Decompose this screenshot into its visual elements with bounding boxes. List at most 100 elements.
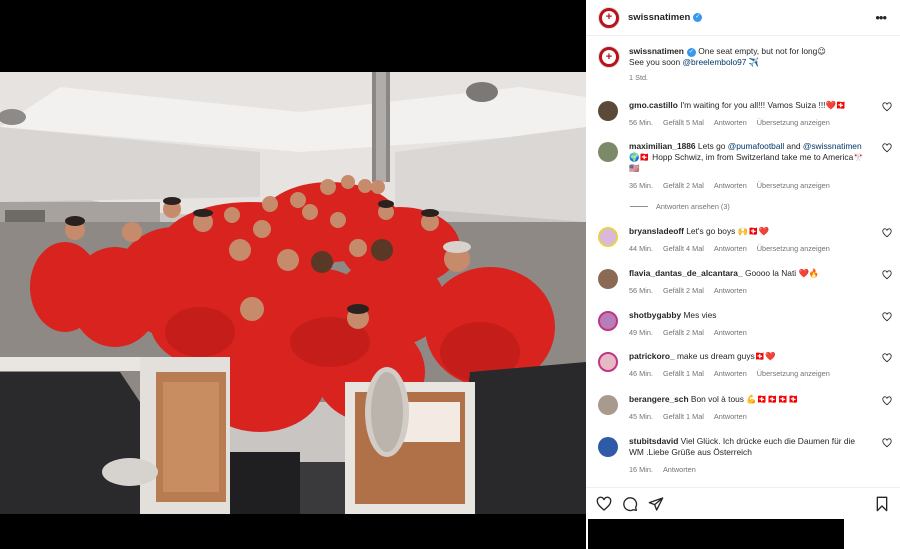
comment-like-heart-icon[interactable]: [882, 102, 892, 112]
reply-button[interactable]: Antworten: [714, 368, 747, 379]
bookmark-icon[interactable]: [874, 496, 890, 512]
comment-time: 49 Min.: [629, 328, 653, 337]
swiss-team-avatar[interactable]: +: [598, 46, 620, 68]
comment-like-heart-icon[interactable]: [882, 143, 892, 153]
comment-likes[interactable]: Gefällt 2 Mal: [663, 180, 704, 191]
comment-time: 56 Min.: [629, 118, 653, 127]
post-header: + swissnatimen ✓ •••: [586, 0, 900, 36]
translate-button[interactable]: Übersetzung anzeigen: [757, 243, 830, 254]
redacted-area: [588, 519, 844, 549]
caption-text: One seat empty, but not for long😉: [698, 46, 827, 56]
team-photo-illustration: [0, 72, 586, 514]
commenter-avatar[interactable]: [598, 227, 618, 247]
comment-username[interactable]: stubitsdavid: [629, 436, 678, 446]
comment-username[interactable]: bryansladeoff: [629, 226, 684, 236]
comment-like-heart-icon[interactable]: [882, 438, 892, 448]
reply-button[interactable]: Antworten: [714, 117, 747, 128]
comment-likes[interactable]: Gefällt 1 Mal: [663, 368, 704, 379]
post-timestamp: 1 Std.: [629, 73, 649, 82]
comment-username[interactable]: shotbygabby: [629, 310, 681, 320]
comment-text: make us dream guys🇨🇭❤️: [676, 351, 776, 361]
mention-link[interactable]: @breelembolo97: [683, 57, 747, 67]
caption-username[interactable]: swissnatimen: [629, 46, 684, 56]
swiss-cross-icon: +: [605, 11, 613, 23]
caption-emoji: ✈️: [746, 57, 760, 67]
translate-button[interactable]: Übersetzung anzeigen: [757, 117, 830, 128]
more-options-icon[interactable]: •••: [873, 8, 888, 27]
comment-item: shotbygabby Mes vies 49 Min. Gefällt 2 M…: [598, 310, 896, 338]
post-action-bar: [586, 487, 900, 519]
verified-badge-icon: ✓: [686, 48, 696, 57]
commenter-avatar[interactable]: [598, 269, 618, 289]
post-author-username[interactable]: swissnatimen: [628, 12, 690, 23]
comment-text: Lets go: [697, 141, 728, 151]
comment-text: I'm waiting for you all!!! Vamos Suiza !…: [680, 100, 847, 110]
comment-item: patrickoro_ make us dream guys🇨🇭❤️ 46 Mi…: [598, 351, 896, 379]
comment-time: 56 Min.: [629, 286, 653, 295]
comment-username[interactable]: patrickoro_: [629, 351, 675, 361]
comment-item: flavia_dantas_de_alcantara_ Goooo la Nat…: [598, 268, 896, 296]
comment-likes[interactable]: Gefällt 1 Mal: [663, 411, 704, 422]
comment-username[interactable]: berangere_sch: [629, 394, 689, 404]
commenter-avatar[interactable]: [598, 395, 618, 415]
heart-icon[interactable]: [596, 496, 612, 512]
reply-button[interactable]: Antworten: [714, 243, 747, 254]
comment-likes[interactable]: Gefällt 2 Mal: [663, 327, 704, 338]
commenter-avatar[interactable]: [598, 352, 618, 372]
comment-time: 36 Min.: [629, 181, 653, 190]
share-icon[interactable]: [648, 496, 664, 512]
comment-username[interactable]: maximilian_1886: [629, 141, 696, 151]
comment-likes[interactable]: Gefällt 4 Mal: [663, 243, 704, 254]
view-replies-label: Antworten ansehen (3): [656, 202, 730, 211]
comment-time: 46 Min.: [629, 369, 653, 378]
reply-button[interactable]: Antworten: [714, 180, 747, 191]
post-media-area: [0, 0, 586, 549]
comment-text: Goooo la Nati ❤️🔥: [744, 268, 820, 278]
reply-button[interactable]: Antworten: [714, 327, 747, 338]
comment-item: maximilian_1886 Lets go @pumafootball an…: [598, 141, 896, 191]
comment-time: 16 Min.: [629, 465, 653, 474]
comment-like-heart-icon[interactable]: [882, 353, 892, 363]
comment-username[interactable]: flavia_dantas_de_alcantara_: [629, 268, 743, 278]
post-caption: + swissnatimen ✓ One seat empty, but not …: [598, 46, 896, 83]
comment-item: berangere_sch Bon vol à tous 💪🇨🇭🇨🇭🇨🇭🇨🇭 4…: [598, 394, 896, 422]
comment-item: bryansladeoff Let's go boys 🙌🇨🇭❤️ 44 Min…: [598, 226, 896, 254]
comment-text: and: [784, 141, 803, 151]
comment-likes[interactable]: Gefällt 5 Mal: [663, 117, 704, 128]
commenter-avatar[interactable]: [598, 311, 618, 331]
translate-button[interactable]: Übersetzung anzeigen: [757, 180, 830, 191]
translate-button[interactable]: Übersetzung anzeigen: [757, 368, 830, 379]
reply-button[interactable]: Antworten: [714, 285, 747, 296]
comment-item: stubitsdavid Viel Glück. Ich drücke euch…: [598, 436, 896, 475]
comment-like-heart-icon[interactable]: [882, 270, 892, 280]
team-photo[interactable]: [0, 72, 586, 514]
replies-divider-line: [630, 206, 648, 207]
comment-item: gmo.castillo I'm waiting for you all!!! …: [598, 100, 896, 128]
commenter-avatar[interactable]: [598, 437, 618, 457]
swiss-team-avatar[interactable]: +: [598, 6, 620, 29]
comments-list[interactable]: + swissnatimen ✓ One seat empty, but not …: [586, 36, 900, 487]
comment-time: 45 Min.: [629, 412, 653, 421]
reply-button[interactable]: Antworten: [714, 411, 747, 422]
verified-badge-icon: ✓: [693, 13, 703, 22]
comment-likes[interactable]: Gefällt 2 Mal: [663, 285, 704, 296]
commenter-avatar[interactable]: [598, 142, 618, 162]
swiss-cross-icon: +: [605, 50, 613, 63]
comment-like-heart-icon[interactable]: [882, 228, 892, 238]
comment-text: Let's go boys 🙌🇨🇭❤️: [686, 226, 769, 236]
view-replies-button[interactable]: Antworten ansehen (3): [630, 202, 730, 211]
caption-text-2: See you soon: [629, 57, 683, 67]
reply-button[interactable]: Antworten: [663, 464, 696, 475]
mention-link[interactable]: @swissnatimen: [803, 141, 862, 151]
post-sidebar: + swissnatimen ✓ ••• + swissnatimen ✓ One…: [586, 0, 900, 549]
comment-icon[interactable]: [622, 496, 638, 512]
comment-like-heart-icon[interactable]: [882, 312, 892, 322]
comment-text: Bon vol à tous 💪🇨🇭🇨🇭🇨🇭🇨🇭: [690, 394, 799, 404]
comment-text: Mes vies: [683, 310, 717, 320]
comment-username[interactable]: gmo.castillo: [629, 100, 678, 110]
comment-text: 🌍🇨🇭 Hopp Schwiz, im from Switzerland tak…: [629, 152, 864, 173]
mention-link[interactable]: @pumafootball: [728, 141, 784, 151]
commenter-avatar[interactable]: [598, 101, 618, 121]
comment-like-heart-icon[interactable]: [882, 396, 892, 406]
comment-time: 44 Min.: [629, 244, 653, 253]
